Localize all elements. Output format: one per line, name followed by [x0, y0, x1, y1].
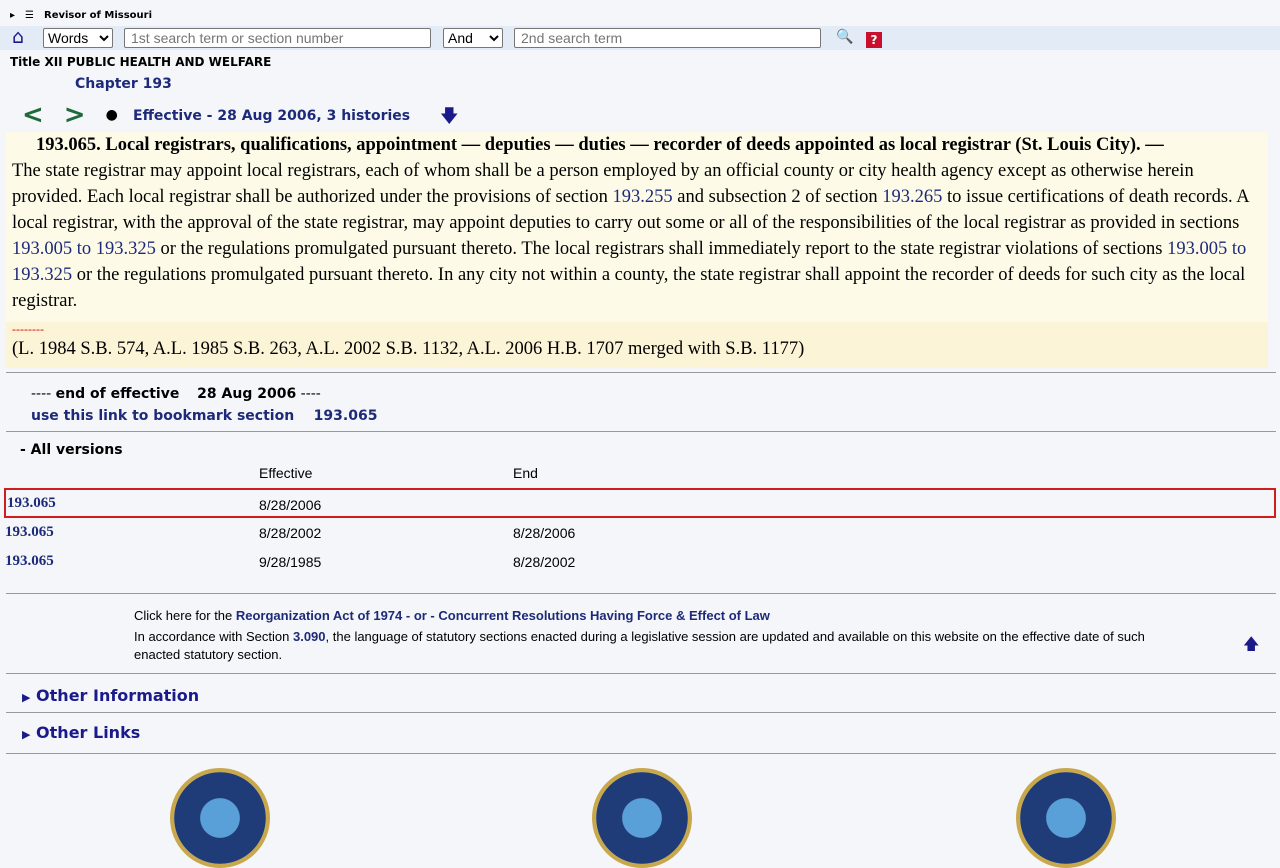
- history-text: (L. 1984 S.B. 574, A.L. 1985 S.B. 263, A…: [12, 339, 805, 359]
- column-effective: Effective: [259, 465, 313, 481]
- end-date: 8/28/2002: [513, 554, 576, 570]
- version-row: 193.065 9/28/1985 8/28/2002: [4, 547, 1276, 577]
- search-term-1-input[interactable]: [124, 28, 431, 48]
- section-body: The state registrar may appoint local re…: [12, 161, 1249, 311]
- section-heading: 193.065. Local registrars, qualification…: [36, 135, 1164, 155]
- search-icon[interactable]: 🔍: [836, 29, 853, 45]
- missouri-senate-seal[interactable]: [170, 768, 270, 868]
- footer-notice: Click here for the Reorganization Act of…: [134, 608, 1145, 662]
- divider: [6, 712, 1276, 713]
- version-link[interactable]: 193.065: [5, 553, 54, 570]
- house-of-representatives-seal[interactable]: [1016, 768, 1116, 868]
- arrow-up-icon[interactable]: 🡅: [1243, 633, 1259, 660]
- help-button[interactable]: ?: [866, 32, 882, 48]
- search-bar: ⌂ Words And 🔍 ?: [0, 26, 1280, 50]
- search-type-select[interactable]: Words: [43, 28, 113, 48]
- top-bar: ▸ ☰ Revisor of Missouri: [10, 10, 152, 21]
- reorganization-act-link[interactable]: Reorganization Act of 1974 - or - Concur…: [236, 608, 770, 623]
- state-seal[interactable]: [592, 768, 692, 868]
- divider: [6, 431, 1276, 432]
- end-date: 8/28/2006: [513, 525, 576, 541]
- section-range-link[interactable]: 193.005 to 193.325: [12, 239, 156, 259]
- other-information-toggle[interactable]: ▶ Other Information: [22, 686, 199, 705]
- arrow-down-icon[interactable]: 🡇: [440, 104, 459, 134]
- statute-text: 193.065. Local registrars, qualification…: [6, 132, 1268, 368]
- title-heading: Title XII PUBLIC HEALTH AND WELFARE: [10, 55, 272, 69]
- section-3090-link[interactable]: 3.090: [293, 629, 326, 644]
- bookmark-link[interactable]: use this link to bookmark section 193.06…: [31, 408, 377, 424]
- divider: [6, 372, 1276, 373]
- divider: [6, 753, 1276, 754]
- divider-dashes: --------: [12, 322, 44, 336]
- site-name: Revisor of Missouri: [44, 10, 152, 21]
- chapter-link[interactable]: Chapter 193: [75, 76, 172, 92]
- effective-date: 9/28/1985: [259, 554, 322, 570]
- divider: [6, 593, 1276, 594]
- version-row: 193.065 8/28/2002 8/28/2006: [4, 518, 1276, 548]
- version-row: 193.065 8/28/2006: [4, 488, 1276, 518]
- divider: [6, 673, 1276, 674]
- other-links-toggle[interactable]: ▶ Other Links: [22, 723, 140, 742]
- effective-link[interactable]: Effective - 28 Aug 2006, 3 histories: [133, 108, 410, 124]
- section-link[interactable]: 193.265: [882, 187, 942, 207]
- previous-section-button[interactable]: <: [22, 100, 44, 130]
- version-link[interactable]: 193.065: [5, 524, 54, 541]
- effective-date: 8/28/2002: [259, 525, 322, 541]
- operator-select[interactable]: And: [443, 28, 503, 48]
- effective-date: 8/28/2006: [259, 497, 322, 513]
- search-term-2-input[interactable]: [514, 28, 821, 48]
- current-dot-icon: ●: [105, 107, 118, 123]
- section-link[interactable]: 193.255: [613, 187, 673, 207]
- column-end: End: [513, 465, 538, 481]
- menu-icon[interactable]: ☰: [25, 10, 34, 21]
- next-section-button[interactable]: >: [64, 100, 86, 130]
- expand-icon[interactable]: ▸: [10, 10, 15, 21]
- version-link[interactable]: 193.065: [7, 495, 56, 512]
- all-versions-toggle[interactable]: - All versions: [20, 442, 123, 458]
- end-of-effective: ---- end of effective 28 Aug 2006 ----: [31, 386, 321, 402]
- home-icon[interactable]: ⌂: [12, 26, 24, 48]
